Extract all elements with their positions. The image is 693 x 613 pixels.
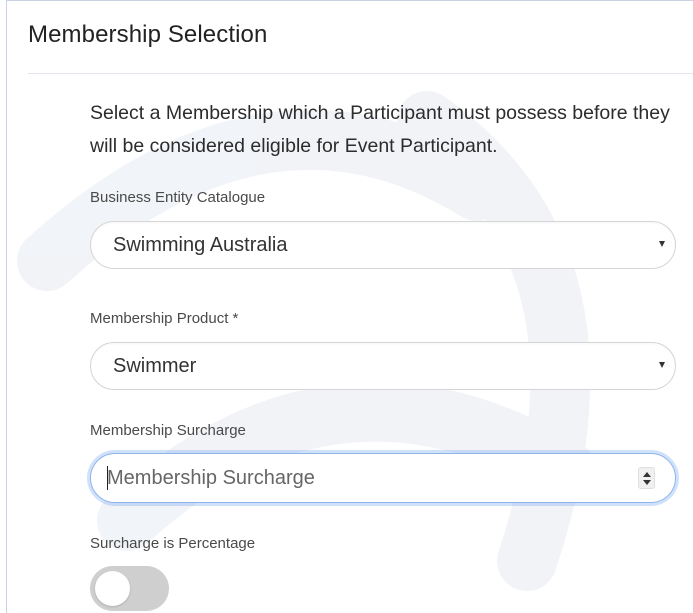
spin-up-icon[interactable] — [643, 472, 651, 477]
surcharge-percentage-toggle[interactable] — [90, 566, 169, 611]
surcharge-percentage-label: Surcharge is Percentage — [90, 535, 256, 552]
catalogue-label: Business Entity Catalogue — [90, 189, 266, 206]
spinner-icon[interactable] — [638, 467, 655, 489]
text-cursor — [107, 466, 108, 490]
catalogue-select-value: Swimming Australia — [113, 234, 288, 256]
toggle-knob — [95, 571, 130, 606]
caret-down-icon — [659, 362, 665, 368]
membership-selection-panel: Membership Selection Select a Membership… — [6, 0, 693, 613]
panel-description: Select a Membership which a Participant … — [90, 102, 670, 157]
caret-down-icon — [659, 241, 665, 247]
membership-product-select[interactable]: Swimmer — [90, 342, 676, 390]
surcharge-input[interactable]: Membership Surcharge — [90, 453, 676, 503]
title-divider — [28, 73, 693, 74]
surcharge-label: Membership Surcharge — [90, 422, 246, 439]
panel-title: Membership Selection — [28, 21, 268, 48]
membership-product-label: Membership Product * — [90, 310, 239, 327]
catalogue-select[interactable]: Swimming Australia — [90, 221, 676, 269]
surcharge-placeholder: Membership Surcharge — [107, 467, 315, 489]
spin-down-icon[interactable] — [643, 480, 651, 485]
background-watermark — [17, 91, 597, 591]
membership-product-select-value: Swimmer — [113, 355, 197, 377]
